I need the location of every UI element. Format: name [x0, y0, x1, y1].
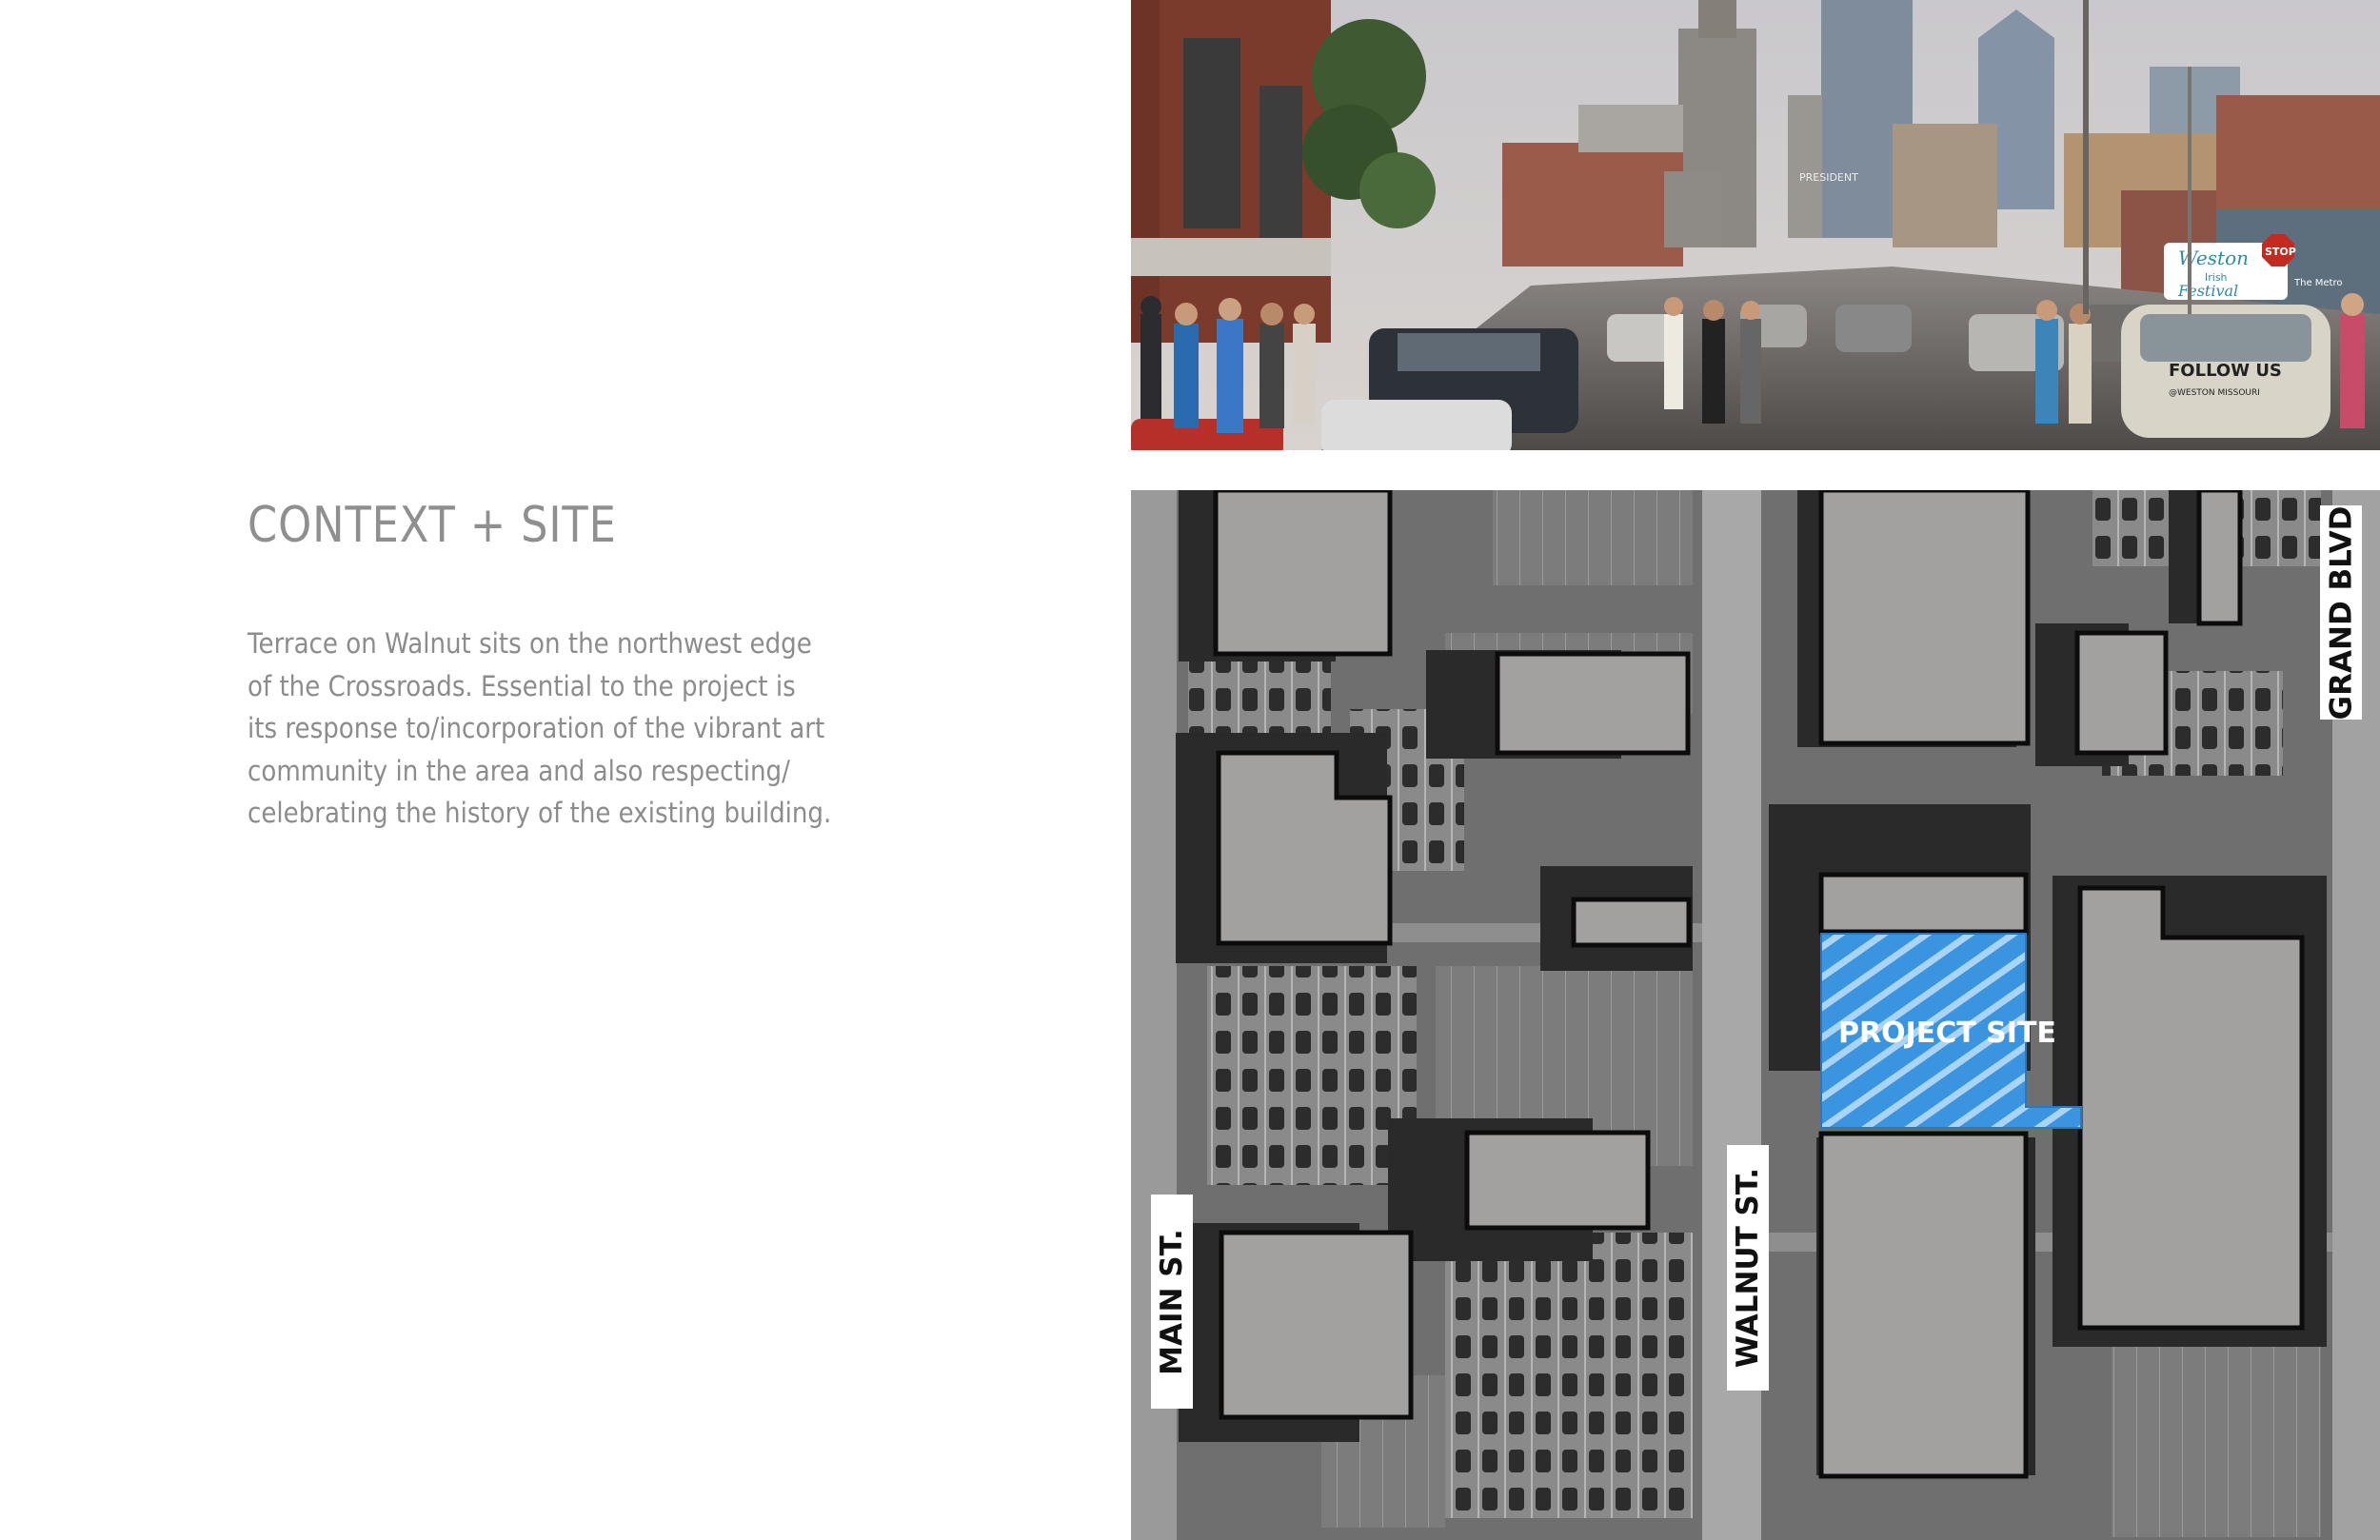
paragraph-line: of the Crossroads. Essential to the proj…: [248, 669, 796, 702]
project-site-label: PROJECT SITE: [1838, 1017, 2056, 1050]
text-panel: CONTEXT + SITE Terrace on Walnut sits on…: [0, 0, 1131, 1540]
paragraph-line: Terrace on Walnut sits on the northwest …: [248, 627, 812, 660]
walnut-street-label: WALNUT ST.: [1727, 1145, 1769, 1391]
building: [1213, 490, 1393, 657]
paragraph-line: its response to/incorporation of the vib…: [248, 712, 825, 744]
page-title: CONTEXT + SITE: [248, 497, 617, 554]
car: [1321, 400, 1512, 450]
grand-blvd-label: GRAND BLVD: [2320, 505, 2362, 720]
svg-text:The Metro: The Metro: [2293, 278, 2343, 288]
van-text: @WESTON MISSOURI: [2169, 388, 2260, 398]
building: [1818, 490, 2031, 746]
svg-text:STOP: STOP: [2265, 246, 2296, 258]
building: [2074, 630, 2169, 756]
main-street-label: MAIN ST.: [1151, 1194, 1193, 1409]
intro-paragraph: Terrace on Walnut sits on the northwest …: [248, 622, 847, 835]
paragraph-line: community in the area and also respectin…: [248, 754, 790, 787]
building: [1818, 1131, 2029, 1479]
building: [2077, 885, 2305, 1331]
svg-text:Festival: Festival: [2177, 282, 2238, 300]
van-text: FOLLOW US: [2169, 361, 2282, 381]
svg-text:PRESIDENT: PRESIDENT: [1799, 171, 1858, 184]
site-plan-map: PROJECT SITE MAIN ST. WALNUT ST. GRAND B…: [1131, 490, 2380, 1540]
paragraph-line: celebrating the history of the existing …: [248, 797, 832, 829]
building: [1495, 651, 1691, 756]
building: [1219, 1230, 1414, 1420]
street-photo: FOLLOW US @WESTON MISSOURI Weston Irish …: [1131, 0, 2380, 450]
building: [1818, 872, 2029, 935]
building: [2196, 490, 2243, 626]
building: [1571, 897, 1692, 948]
building: [1464, 1130, 1651, 1231]
car: [1835, 305, 1912, 352]
